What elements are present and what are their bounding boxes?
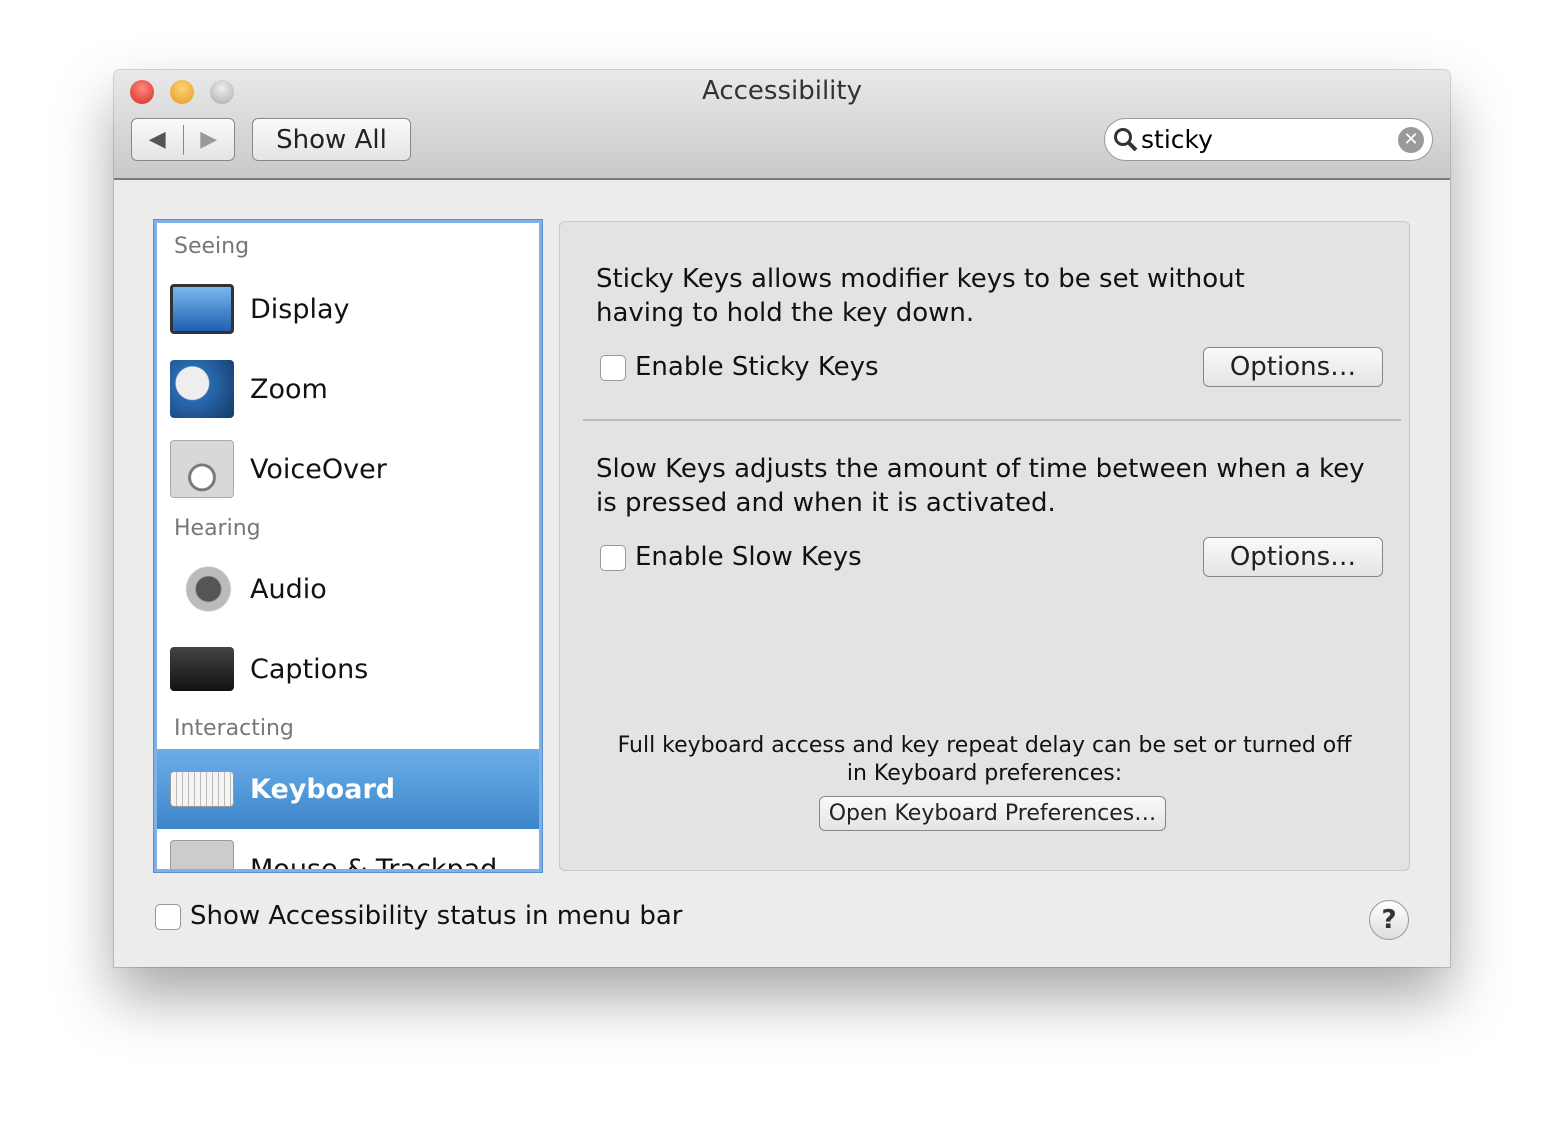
item-label: Audio <box>250 573 327 605</box>
item-label: Captions <box>250 653 369 685</box>
enable-slow-keys-checkbox[interactable] <box>600 545 626 571</box>
display-icon <box>170 284 234 334</box>
sidebar-item-voiceover[interactable]: VoiceOver <box>157 429 539 509</box>
item-label: VoiceOver <box>250 453 387 485</box>
show-status-menu-bar-checkbox[interactable] <box>155 904 181 930</box>
keyboard-settings-pane: Sticky Keys allows modifier keys to be s… <box>559 221 1410 871</box>
sidebar-item-audio[interactable]: Audio <box>157 549 539 629</box>
enable-sticky-keys-checkbox[interactable] <box>600 355 626 381</box>
divider <box>583 419 1401 421</box>
zoom-icon <box>170 360 234 418</box>
back-forward-control: ◀ ▶ <box>131 118 235 161</box>
slow-keys-options-button[interactable]: Options… <box>1203 537 1383 577</box>
sidebar-item-keyboard[interactable]: Keyboard <box>157 749 539 829</box>
slow-keys-description: Slow Keys adjusts the amount of time bet… <box>596 454 1365 518</box>
sidebar-item-zoom[interactable]: Zoom <box>157 349 539 429</box>
item-label: Mouse & Trackpad <box>250 853 498 872</box>
clear-search-icon[interactable]: ✕ <box>1398 126 1424 153</box>
captions-icon <box>170 647 234 691</box>
speaker-icon <box>170 560 234 618</box>
keyboard-icon <box>170 771 234 807</box>
accessibility-window: Accessibility ◀ ▶ Show All sticky ✕ Seei… <box>114 70 1450 967</box>
item-label: Display <box>250 293 350 325</box>
magnifier-icon <box>1114 127 1138 151</box>
window-title: Accessibility <box>702 76 862 106</box>
toolbar: Accessibility ◀ ▶ Show All sticky ✕ <box>114 70 1450 180</box>
voiceover-icon <box>170 440 234 498</box>
trackpad-icon <box>170 840 234 869</box>
category-list[interactable]: Seeing Display Zoom VoiceOver Hearing Au… <box>154 220 542 872</box>
open-keyboard-preferences-button[interactable]: Open Keyboard Preferences… <box>819 796 1166 831</box>
sidebar-item-display[interactable]: Display <box>157 269 539 349</box>
section-header-hearing: Hearing <box>174 516 261 541</box>
sticky-keys-options-button[interactable]: Options… <box>1203 347 1383 387</box>
enable-sticky-keys-label[interactable]: Enable Sticky Keys <box>635 350 879 384</box>
forward-button[interactable]: ▶ <box>184 127 235 152</box>
search-input[interactable]: sticky ✕ <box>1104 118 1433 161</box>
keyboard-preferences-note: Full keyboard access and key repeat dela… <box>560 732 1409 788</box>
section-header-seeing: Seeing <box>174 234 250 259</box>
show-status-menu-bar-label[interactable]: Show Accessibility status in menu bar <box>190 899 682 933</box>
item-label: Zoom <box>250 373 328 405</box>
enable-slow-keys-label[interactable]: Enable Slow Keys <box>635 540 862 574</box>
sidebar-item-captions[interactable]: Captions <box>157 629 539 709</box>
search-value: sticky <box>1141 125 1213 154</box>
back-button[interactable]: ◀ <box>132 127 183 152</box>
item-label: Keyboard <box>250 773 396 805</box>
help-button[interactable]: ? <box>1369 900 1409 940</box>
sticky-keys-description: Sticky Keys allows modifier keys to be s… <box>596 264 1245 328</box>
note-text: Full keyboard access and key repeat dela… <box>617 733 1352 786</box>
show-all-button[interactable]: Show All <box>252 118 411 161</box>
section-header-interacting: Interacting <box>174 716 294 741</box>
sidebar-item-mouse-trackpad[interactable]: Mouse & Trackpad <box>157 829 539 872</box>
